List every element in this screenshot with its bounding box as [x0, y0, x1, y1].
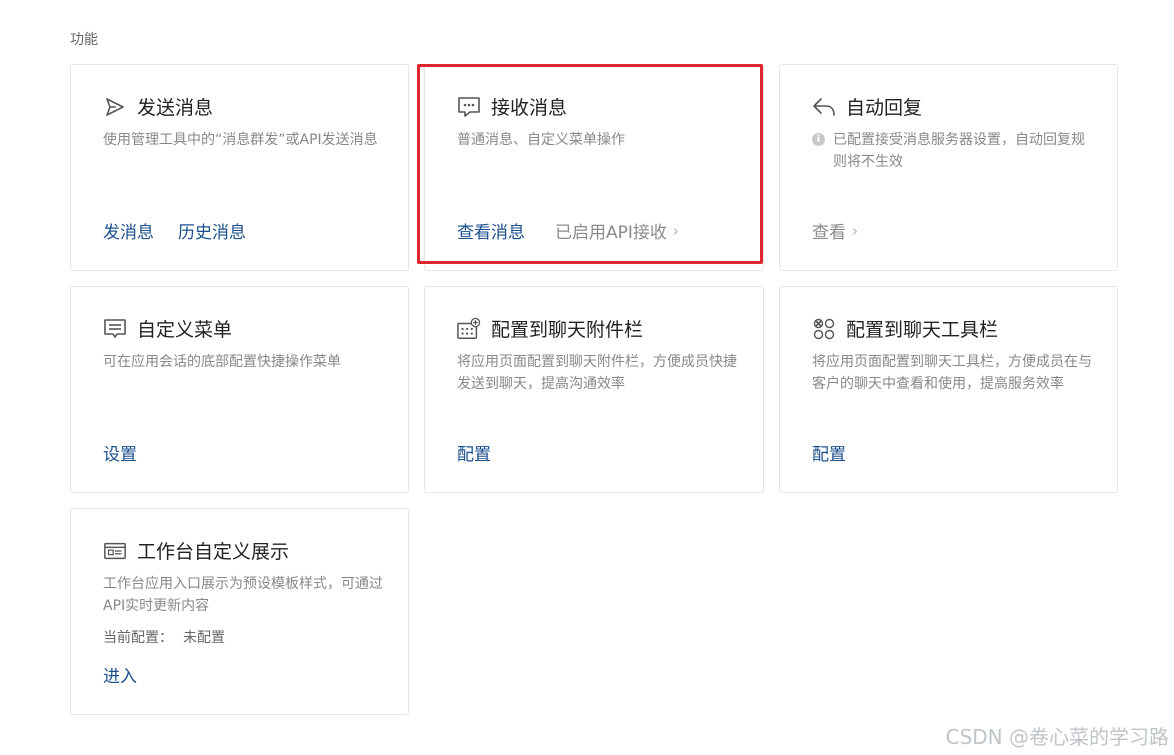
card-actions: 进入: [103, 662, 161, 687]
card-custom-menu: 自定义菜单 可在应用会话的底部配置快捷操作菜单 设置: [70, 286, 409, 493]
card-actions: 发消息 历史消息: [103, 218, 270, 243]
card-header: 配置到聊天工具栏: [812, 315, 998, 342]
card-header: 配置到聊天附件栏: [457, 315, 643, 342]
watermark: CSDN @卷心菜的学习路: [945, 725, 1169, 749]
reply-icon: [812, 95, 836, 119]
history-messages-link[interactable]: 历史消息: [178, 218, 246, 243]
card-send-message: 发送消息 使用管理工具中的“消息群发”或API发送消息 发消息 历史消息: [70, 64, 409, 271]
chevron-right-icon: ›: [852, 221, 858, 240]
card-header: 自定义菜单: [103, 315, 232, 342]
attachment-config-link[interactable]: 配置: [457, 440, 491, 465]
card-description: 使用管理工具中的“消息群发”或API发送消息: [103, 132, 378, 148]
api-receive-status-link[interactable]: 已启用API接收 ›: [555, 218, 679, 244]
card-actions: 查看 ›: [812, 218, 858, 244]
card-title: 发送消息: [137, 97, 214, 119]
view-messages-link[interactable]: 查看消息: [457, 218, 525, 243]
card-header: 接收消息: [457, 93, 567, 120]
menu-settings-link[interactable]: 设置: [103, 440, 137, 465]
toolbar-icon: [812, 317, 836, 341]
card-title: 配置到聊天工具栏: [846, 319, 999, 341]
card-actions: 配置: [812, 440, 870, 465]
card-title: 自定义菜单: [137, 319, 233, 341]
card-chat-attachment: 配置到聊天附件栏 将应用页面配置到聊天附件栏，方便成员快捷发送到聊天，提高沟通效…: [424, 286, 764, 493]
chat-bubble-icon: [457, 95, 481, 119]
api-receive-status-label: 已启用API接收: [555, 223, 667, 243]
card-header: 工作台自定义展示: [103, 537, 289, 564]
card-description: 工作台应用入口展示为预设模板样式，可通过API实时更新内容: [103, 576, 383, 614]
card-title: 配置到聊天附件栏: [491, 319, 644, 341]
workbench-icon: [103, 539, 127, 563]
send-icon: [103, 95, 127, 119]
card-actions: 查看消息 已启用API接收 ›: [457, 218, 679, 244]
card-description: 将应用页面配置到聊天附件栏，方便成员快捷发送到聊天，提高沟通效率: [457, 354, 737, 392]
chevron-right-icon: ›: [672, 221, 679, 240]
current-config-label: 当前配置：: [103, 630, 173, 646]
card-description: i 已配置接受消息服务器设置，自动回复规则将不生效: [812, 129, 1093, 173]
card-actions: 配置: [457, 440, 515, 465]
card-description: 可在应用会话的底部配置快捷操作菜单: [103, 354, 341, 370]
view-label: 查看: [812, 223, 846, 243]
card-header: 发送消息: [103, 93, 213, 120]
section-title: 功能: [70, 32, 98, 48]
auto-reply-notice: 已配置接受消息服务器设置，自动回复规则将不生效: [833, 132, 1085, 170]
card-description: 将应用页面配置到聊天工具栏，方便成员在与客户的聊天中查看和使用，提高服务效率: [812, 354, 1092, 392]
view-auto-reply-link[interactable]: 查看 ›: [812, 218, 858, 244]
toolbar-config-link[interactable]: 配置: [812, 440, 846, 465]
card-description: 普通消息、自定义菜单操作: [457, 132, 625, 148]
current-config: 当前配置： 未配置: [103, 627, 225, 647]
card-title: 工作台自定义展示: [137, 541, 290, 563]
card-receive-message: 接收消息 普通消息、自定义菜单操作 查看消息 已启用API接收 ›: [424, 64, 764, 271]
send-message-link[interactable]: 发消息: [103, 218, 154, 243]
card-chat-toolbar: 配置到聊天工具栏 将应用页面配置到聊天工具栏，方便成员在与客户的聊天中查看和使用…: [779, 286, 1118, 493]
enter-link[interactable]: 进入: [103, 662, 137, 687]
info-icon: i: [812, 133, 825, 146]
card-workbench-display: 工作台自定义展示 工作台应用入口展示为预设模板样式，可通过API实时更新内容 当…: [70, 508, 409, 715]
card-auto-reply: 自动回复 i 已配置接受消息服务器设置，自动回复规则将不生效 查看 ›: [779, 64, 1118, 271]
card-actions: 设置: [103, 440, 161, 465]
current-config-value: 未配置: [183, 630, 225, 646]
card-title: 自动回复: [846, 97, 923, 119]
card-header: 自动回复: [812, 93, 922, 120]
menu-icon: [103, 317, 127, 341]
attachment-bar-icon: [457, 317, 481, 341]
card-title: 接收消息: [491, 97, 568, 119]
